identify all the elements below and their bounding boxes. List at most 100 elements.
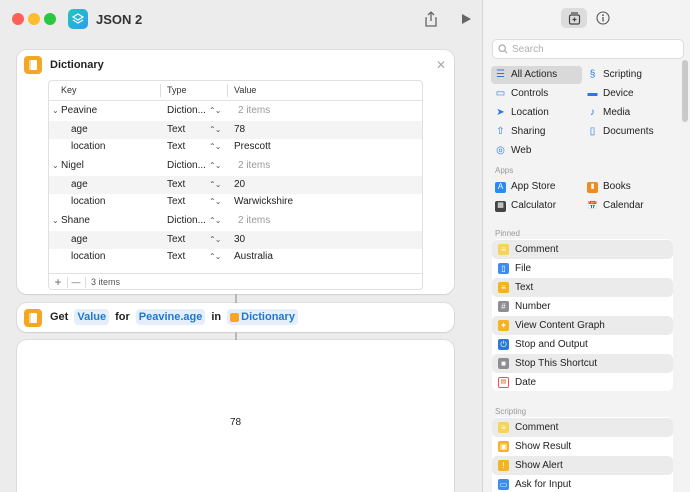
table-row[interactable]: ⌄ Peavine Diction... ⌃⌄ 2 items — [49, 102, 422, 120]
category-documents[interactable]: ▯ Documents — [583, 123, 679, 141]
row-key[interactable]: age — [71, 176, 88, 194]
scripting-item-show-result[interactable]: ▣ Show Result — [492, 437, 673, 456]
table-row[interactable]: age Text ⌃⌄ 78 — [49, 121, 422, 139]
table-row[interactable]: ⌄ Shane Diction... ⌃⌄ 2 items — [49, 212, 422, 230]
add-row-button[interactable]: + — [50, 274, 66, 289]
category-sharing[interactable]: ⇧ Sharing — [491, 123, 582, 141]
table-footer: + — 3 items — [49, 273, 422, 289]
shortcut-layers-icon[interactable] — [68, 9, 88, 29]
stepper-icon[interactable]: ⌃⌄ — [209, 212, 221, 230]
category-scripting[interactable]: § Scripting — [583, 66, 679, 84]
pinned-item-date[interactable]: ▤ Date — [492, 373, 673, 392]
stepper-icon[interactable]: ⌃⌄ — [209, 157, 221, 175]
row-value[interactable]: 30 — [234, 231, 245, 249]
minimize-window-button[interactable] — [28, 13, 40, 25]
column-header-value[interactable]: Value — [234, 81, 256, 100]
close-window-button[interactable] — [12, 13, 24, 25]
key-token[interactable]: Peavine.age — [135, 309, 206, 325]
row-value[interactable]: 20 — [234, 176, 245, 194]
action-library-icon[interactable] — [561, 8, 587, 28]
row-key[interactable]: age — [71, 121, 88, 139]
category-device[interactable]: ▬ Device — [583, 85, 679, 103]
row-type[interactable]: Diction... — [167, 212, 206, 230]
pinned-item-comment[interactable]: ≡ Comment — [492, 240, 673, 259]
pinned-item-text[interactable]: ≡ Text — [492, 278, 673, 297]
scripting-item-show-alert[interactable]: ! Show Alert — [492, 456, 673, 475]
row-key[interactable]: Shane — [61, 212, 90, 230]
scripting-section-header: Scripting — [495, 407, 527, 416]
share-icon[interactable] — [422, 10, 440, 28]
row-type[interactable]: Diction... — [167, 102, 206, 120]
table-row[interactable]: location Text ⌃⌄ Australia — [49, 248, 422, 266]
category-all-actions[interactable]: ☰ All Actions — [491, 66, 582, 84]
category-location[interactable]: ➤ Location — [491, 104, 582, 122]
row-type[interactable]: Diction... — [167, 157, 206, 175]
row-key[interactable]: Peavine — [61, 102, 97, 120]
row-key[interactable]: location — [71, 138, 105, 156]
app-calculator[interactable]: ▦ Calculator — [491, 197, 582, 215]
table-row[interactable]: location Text ⌃⌄ Warwickshire — [49, 193, 422, 211]
row-value[interactable]: 78 — [234, 121, 245, 139]
list-icon: ☰ — [496, 69, 505, 80]
info-icon[interactable] — [595, 10, 611, 26]
sidebar-toolbar — [483, 0, 690, 36]
row-type[interactable]: Text — [167, 121, 185, 139]
row-type[interactable]: Text — [167, 231, 185, 249]
app-books[interactable]: ▮ Books — [583, 178, 679, 196]
column-header-type[interactable]: Type — [167, 81, 187, 100]
scrollbar-thumb[interactable] — [682, 60, 688, 122]
scripting-item-ask-for-input[interactable]: ▭ Ask for Input — [492, 475, 673, 492]
zoom-window-button[interactable] — [44, 13, 56, 25]
pinned-item-view-content-graph[interactable]: ✦ View Content Graph — [492, 316, 673, 335]
chevron-down-icon[interactable]: ⌄ — [52, 212, 59, 230]
ask-input-icon: ▭ — [498, 479, 509, 490]
remove-action-icon[interactable]: ✕ — [436, 58, 446, 72]
row-key[interactable]: Nigel — [61, 157, 84, 175]
chevron-down-icon[interactable]: ⌄ — [52, 157, 59, 175]
stepper-icon[interactable]: ⌃⌄ — [209, 102, 221, 120]
run-play-icon[interactable] — [457, 10, 475, 28]
value-token[interactable]: Value — [74, 309, 110, 325]
row-value[interactable]: Prescott — [234, 138, 271, 156]
row-key[interactable]: location — [71, 193, 105, 211]
stepper-icon[interactable]: ⌃⌄ — [209, 138, 221, 156]
row-value: 2 items — [238, 105, 271, 116]
column-header-key[interactable]: Key — [61, 81, 77, 100]
item-label: Text — [515, 282, 534, 293]
table-row[interactable]: location Text ⌃⌄ Prescott — [49, 138, 422, 156]
row-key[interactable]: location — [71, 248, 105, 266]
row-type[interactable]: Text — [167, 193, 185, 211]
table-row[interactable]: age Text ⌃⌄ 20 — [49, 176, 422, 194]
pinned-item-number[interactable]: # Number — [492, 297, 673, 316]
row-key[interactable]: age — [71, 231, 88, 249]
app-calendar[interactable]: 📅 Calendar — [583, 197, 679, 215]
action-library-sidebar: ☰ All Actions § Scripting ▭ Controls ▬ Devic… — [482, 0, 690, 492]
pinned-item-stop-and-output[interactable]: ⏻ Stop and Output — [492, 335, 673, 354]
app-app-store[interactable]: A App Store — [491, 178, 582, 196]
dictionary-variable-token[interactable]: Dictionary — [227, 309, 298, 325]
scripting-item-comment[interactable]: ≡ Comment — [492, 418, 673, 437]
remove-row-button[interactable]: — — [68, 274, 84, 289]
item-label: Stop and Output — [515, 339, 588, 350]
stepper-icon[interactable]: ⌃⌄ — [209, 248, 221, 266]
stepper-icon[interactable]: ⌃⌄ — [209, 193, 221, 211]
search-field[interactable] — [492, 39, 684, 59]
row-type[interactable]: Text — [167, 176, 185, 194]
row-value[interactable]: Warwickshire — [234, 193, 293, 211]
stepper-icon[interactable]: ⌃⌄ — [209, 231, 221, 249]
row-type[interactable]: Text — [167, 138, 185, 156]
search-input[interactable] — [512, 43, 682, 55]
table-row[interactable]: ⌄ Nigel Diction... ⌃⌄ 2 items — [49, 157, 422, 175]
pinned-item-stop-this-shortcut[interactable]: ■ Stop This Shortcut — [492, 354, 673, 373]
pinned-item-file[interactable]: ▯ File — [492, 259, 673, 278]
category-web[interactable]: ◎ Web — [491, 142, 582, 160]
stepper-icon[interactable]: ⌃⌄ — [209, 176, 221, 194]
category-media[interactable]: ♪ Media — [583, 104, 679, 122]
row-value[interactable]: Australia — [234, 248, 273, 266]
chevron-down-icon[interactable]: ⌄ — [52, 102, 59, 120]
category-label: Web — [511, 145, 532, 156]
table-row[interactable]: age Text ⌃⌄ 30 — [49, 231, 422, 249]
category-controls[interactable]: ▭ Controls — [491, 85, 582, 103]
stepper-icon[interactable]: ⌃⌄ — [209, 121, 221, 139]
row-type[interactable]: Text — [167, 248, 185, 266]
